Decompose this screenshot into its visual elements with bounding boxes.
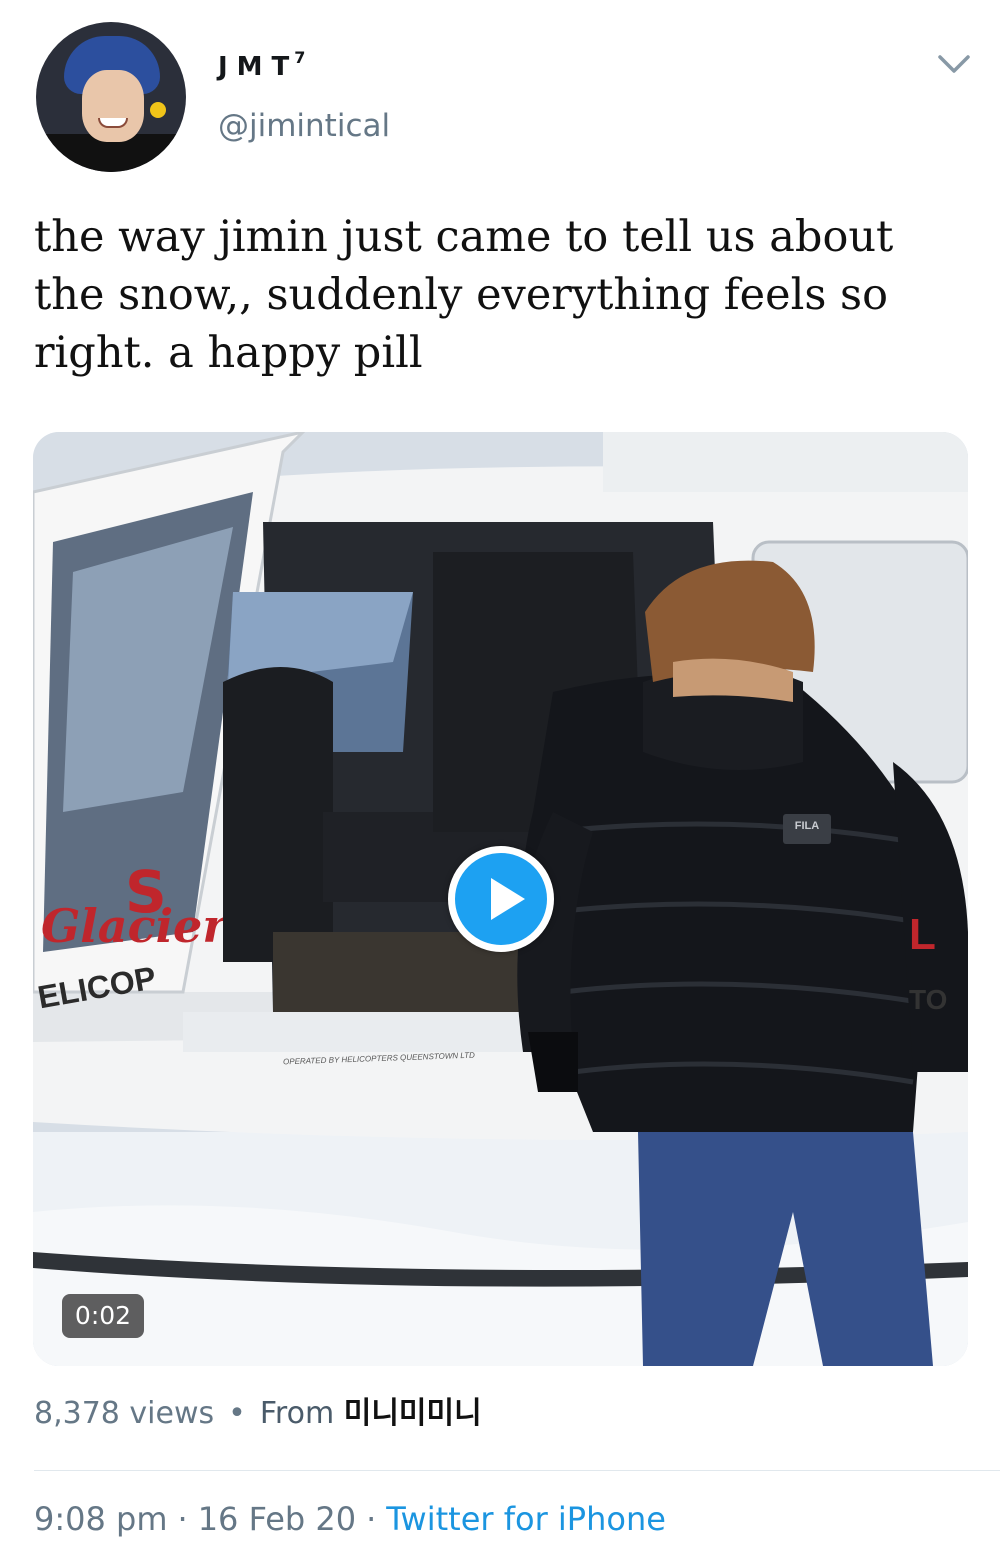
user-handle[interactable]: @jimintical [218, 108, 390, 144]
avatar-flower [150, 102, 166, 118]
tweet-date: 16 Feb 20 [197, 1500, 357, 1538]
display-name-badge: 7 [294, 48, 306, 67]
play-icon [491, 878, 525, 920]
video-duration-badge: 0:02 [62, 1294, 144, 1338]
meta-separator: • [228, 1396, 246, 1431]
avatar[interactable] [36, 22, 186, 172]
side-text: TO [909, 984, 948, 1015]
timestamp-separator: · [366, 1500, 377, 1538]
client-link[interactable]: Twitter for iPhone [386, 1500, 666, 1538]
timestamp-separator: · [177, 1500, 188, 1538]
display-name-text: JMT [218, 52, 299, 82]
from-label: From [259, 1396, 335, 1431]
avatar-face [82, 70, 144, 142]
jacket-logo: FILA [794, 820, 820, 832]
tweet-timestamp: 9:08 pm · 16 Feb 20 · Twitter for iPhone [34, 1500, 666, 1538]
video-meta: 8,378 views • From 미니미미니 [34, 1388, 482, 1432]
tweet-header: JMT7 @jimintical [0, 0, 1000, 190]
source-user-link[interactable]: 미니미미니 [344, 1396, 482, 1431]
chevron-down-icon[interactable] [936, 52, 972, 76]
play-button[interactable] [448, 846, 554, 952]
tweet-time: 9:08 pm [34, 1500, 168, 1538]
divider [34, 1470, 1000, 1471]
svg-text:S: S [125, 858, 167, 926]
display-name[interactable]: JMT7 [218, 48, 305, 82]
side-letter: L [909, 910, 936, 959]
tweet-text: the way jimin just came to tell us about… [34, 212, 894, 378]
view-count: 8,378 views [34, 1396, 215, 1431]
